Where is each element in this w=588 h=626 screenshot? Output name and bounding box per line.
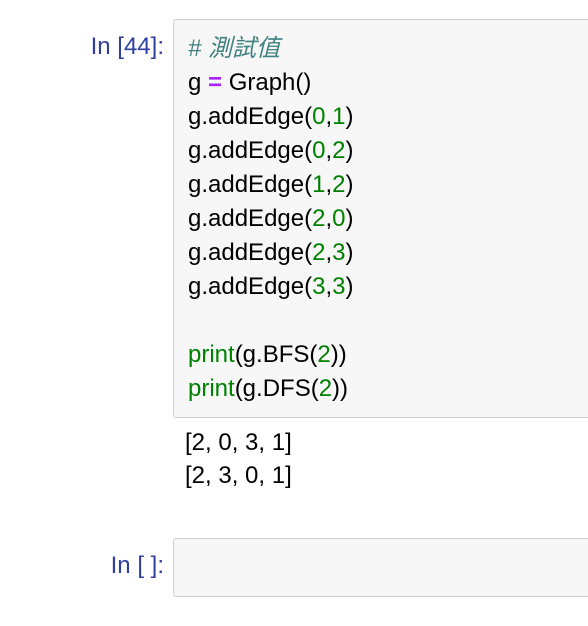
code-line: g.addEdge(0,2): [188, 134, 354, 168]
output-line: [2, 3, 0, 1]: [185, 462, 292, 489]
code-builtin: print: [188, 341, 235, 368]
code-line: # 測試值: [188, 32, 354, 66]
code-cell-44: In [44]: # 測試值 g = Graph() g.addEdge(0,1) g…: [0, 0, 588, 520]
code-comment: # 測試值: [188, 35, 281, 62]
code-number: 3: [312, 273, 326, 300]
code-number: 3: [332, 273, 346, 300]
cell-prompt: In [44]:: [90, 33, 164, 60]
code-text: g.addEdge(: [188, 239, 313, 266]
code-number: 0: [312, 103, 326, 130]
code-operator: =: [208, 69, 223, 96]
output-line: [2, 0, 3, 1]: [185, 429, 292, 456]
code-text: g.addEdge(: [188, 205, 313, 232]
code-number: 2: [318, 375, 333, 402]
code-number: 2: [312, 205, 326, 232]
cell-output: [2, 0, 3, 1] [2, 3, 0, 1]: [185, 426, 292, 492]
code-text: )): [330, 341, 347, 368]
code-text: ): [345, 273, 354, 300]
code-line: print(g.DFS(2)): [188, 372, 354, 406]
code-text: ): [345, 137, 354, 164]
code-text: (g.DFS(: [234, 375, 319, 402]
code-number: 2: [317, 341, 331, 368]
code-number: 2: [332, 137, 346, 164]
code-number: 1: [332, 103, 346, 130]
code-text: )): [332, 375, 349, 402]
code-cell-empty: In [ ]:: [0, 520, 588, 626]
code-text: ): [345, 171, 354, 198]
code-number: 0: [312, 137, 326, 164]
code-text: g.addEdge(: [188, 171, 313, 198]
code-line: print(g.BFS(2)): [188, 338, 354, 372]
code-editor[interactable]: # 測試值 g = Graph() g.addEdge(0,1) g.addEdge(…: [188, 32, 354, 406]
cell-prompt: In [ ]:: [110, 552, 164, 579]
code-text: g: [188, 69, 209, 96]
code-number: 0: [332, 205, 346, 232]
code-number: 1: [312, 171, 326, 198]
code-line: g.addEdge(2,3): [188, 236, 354, 270]
code-builtin: print: [188, 375, 235, 402]
code-line: g = Graph(): [188, 66, 354, 100]
code-text: ): [345, 103, 354, 130]
code-line: g.addEdge(2,0): [188, 202, 354, 236]
code-number: 2: [312, 239, 326, 266]
code-text: g.addEdge(: [188, 137, 313, 164]
code-input-area[interactable]: # 測試值 g = Graph() g.addEdge(0,1) g.addEdge(…: [173, 19, 588, 418]
code-line: g.addEdge(1,2): [188, 168, 354, 202]
code-input-area-empty[interactable]: [173, 538, 588, 597]
code-text: Graph(): [222, 69, 312, 96]
code-text: g.addEdge(: [188, 273, 313, 300]
code-number: 2: [332, 171, 346, 198]
code-line: g.addEdge(3,3): [188, 270, 354, 304]
code-text: g.addEdge(: [188, 103, 313, 130]
code-text: ): [345, 205, 354, 232]
code-text: ): [345, 239, 354, 266]
code-number: 3: [332, 239, 346, 266]
code-text: (g.BFS(: [234, 341, 318, 368]
code-line: g.addEdge(0,1): [188, 100, 354, 134]
